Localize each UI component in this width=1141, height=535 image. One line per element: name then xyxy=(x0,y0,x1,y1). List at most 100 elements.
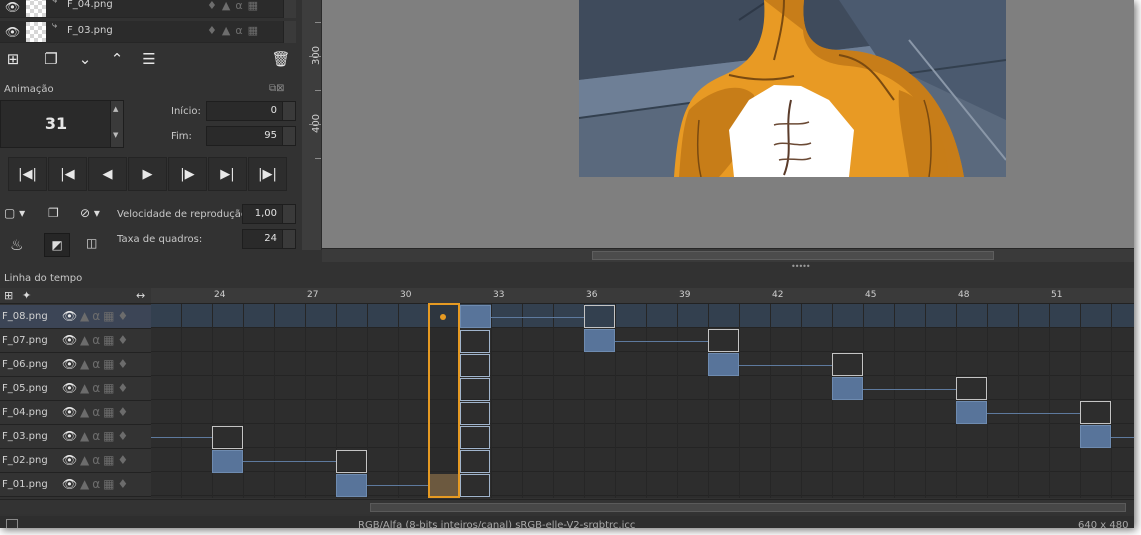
timeline-row-header[interactable]: F_02.png 👁 ▲α▦♦ xyxy=(0,449,151,473)
timeline-row-header[interactable]: F_03.png 👁 ▲α▦♦ xyxy=(0,425,151,449)
layer-row-f03[interactable]: 👁 ⤷ F_03.png ♦▲α▦ xyxy=(0,21,296,43)
play-icon[interactable]: ▶ xyxy=(128,157,167,191)
keyframe-outline[interactable] xyxy=(708,329,739,352)
duplicate-layer-icon[interactable]: ❐ xyxy=(40,48,62,70)
last-frame-icon[interactable]: |▶| xyxy=(248,157,287,191)
move-up-icon[interactable]: ⌃ xyxy=(106,48,128,70)
keyframe-outline[interactable] xyxy=(832,353,863,376)
status-icon[interactable] xyxy=(6,519,18,528)
keyframe-outline[interactable] xyxy=(212,426,243,449)
selected-cell[interactable] xyxy=(460,330,490,353)
keyframe-outline[interactable] xyxy=(1080,401,1111,424)
keyframe[interactable] xyxy=(1080,425,1111,448)
layer-properties-icon[interactable]: ☰ xyxy=(138,48,160,70)
onion-skin-icon[interactable]: ▢ ▾ xyxy=(4,206,25,220)
visibility-eye-icon[interactable]: 👁 xyxy=(62,381,77,395)
visibility-eye-icon[interactable]: 👁 xyxy=(62,309,77,323)
visibility-eye-icon[interactable]: 👁 xyxy=(62,477,77,491)
layer-flags-icon[interactable]: ▲α▦♦ xyxy=(80,429,131,443)
keyframe[interactable] xyxy=(956,401,987,424)
timeline-row-header[interactable]: F_08.png 👁 ▲α▦♦ xyxy=(0,305,151,329)
timeline-row-header[interactable]: F_01.png 👁 ▲α▦♦ xyxy=(0,473,151,497)
layer-flags-icon[interactable]: ▲α▦♦ xyxy=(80,357,131,371)
zoom-icon[interactable]: ↔ xyxy=(136,289,145,302)
next-keyframe-icon[interactable]: ▶| xyxy=(208,157,247,191)
audio-icon[interactable]: ◫ xyxy=(86,236,97,250)
fps-spin-buttons[interactable] xyxy=(282,230,295,248)
layer-flags-icon[interactable]: ▲α▦♦ xyxy=(80,333,131,347)
spin-down-icon[interactable]: ▼ xyxy=(113,131,118,139)
scrollbar-thumb[interactable] xyxy=(592,251,994,260)
auto-keyframe-icon[interactable]: ◩ xyxy=(44,233,70,257)
layer-scrollbar-down[interactable] xyxy=(283,21,296,43)
add-layer-icon[interactable]: ⊞ xyxy=(2,48,24,70)
timeline-frame-ruler[interactable]: 24 27 30 33 36 39 42 45 48 51 xyxy=(151,288,1134,304)
timeline-horizontal-scrollbar[interactable] xyxy=(0,499,1134,514)
selected-cell[interactable] xyxy=(460,450,490,473)
previous-keyframe-icon[interactable]: |◀ xyxy=(48,157,87,191)
layer-flags-icon[interactable]: ▲α▦♦ xyxy=(80,477,131,491)
drop-frames-icon[interactable]: ❐ xyxy=(48,206,59,220)
keyframe[interactable] xyxy=(336,474,367,497)
visibility-eye-icon[interactable]: 👁 xyxy=(62,429,77,443)
keyframe[interactable] xyxy=(708,353,739,376)
start-spin-buttons[interactable] xyxy=(282,102,295,120)
current-frame-spinbox[interactable]: 31 ▲ ▼ xyxy=(0,100,124,148)
previous-frame-icon[interactable]: ◀ xyxy=(88,157,127,191)
frame-spin-buttons[interactable]: ▲ ▼ xyxy=(110,101,123,147)
timeline-row-header[interactable]: F_04.png 👁 ▲α▦♦ xyxy=(0,401,151,425)
timeline-row-header[interactable]: F_06.png 👁 ▲α▦♦ xyxy=(0,353,151,377)
panel-splitter[interactable]: ••••• xyxy=(0,262,1134,271)
docker-float-close-icon[interactable]: ⧉⊠ xyxy=(269,83,285,94)
selected-cell[interactable] xyxy=(460,378,490,401)
keyframe[interactable] xyxy=(212,450,243,473)
keyframe[interactable] xyxy=(584,329,615,352)
selected-cell[interactable] xyxy=(460,426,490,449)
layer-flags-icon[interactable]: ▲α▦♦ xyxy=(80,381,131,395)
layer-flags-icon[interactable]: ▲α▦♦ xyxy=(80,309,131,323)
visibility-eye-icon[interactable]: 👁 xyxy=(62,333,77,347)
keyframe-outline[interactable] xyxy=(956,377,987,400)
visibility-eye-icon[interactable]: 👁 xyxy=(62,357,77,371)
delete-layer-icon[interactable]: 🗑 xyxy=(270,48,292,70)
move-down-icon[interactable]: ⌄ xyxy=(74,48,96,70)
selected-cell[interactable] xyxy=(460,474,490,497)
selected-cell[interactable] xyxy=(460,402,490,425)
start-spinbox[interactable]: 0 xyxy=(206,101,296,121)
layer-flags-icon[interactable]: ▲α▦♦ xyxy=(80,405,131,419)
first-frame-icon[interactable]: |◀| xyxy=(8,157,47,191)
spin-up-icon[interactable]: ▲ xyxy=(113,105,118,113)
timeline-row-header[interactable]: F_07.png 👁 ▲α▦♦ xyxy=(0,329,151,353)
layer-flags-icon[interactable]: ♦▲α▦ xyxy=(207,0,263,12)
end-spinbox[interactable]: 95 xyxy=(206,126,296,146)
timeline-row-header[interactable]: F_05.png 👁 ▲α▦♦ xyxy=(0,377,151,401)
end-spin-buttons[interactable] xyxy=(282,127,295,145)
scrollbar-thumb[interactable] xyxy=(370,503,1126,512)
onion-skins-icon[interactable]: ♨ xyxy=(10,236,23,254)
canvas-horizontal-scrollbar[interactable] xyxy=(322,248,1134,262)
add-layer-icon[interactable]: ⊞ xyxy=(4,289,13,302)
playback-speed-spinbox[interactable]: 1,00 xyxy=(242,204,296,224)
keyframe-outline[interactable] xyxy=(584,305,615,328)
layer-scrollbar[interactable] xyxy=(283,0,296,18)
splitter-grip-icon[interactable]: ••••• xyxy=(791,262,811,271)
next-frame-icon[interactable]: |▶ xyxy=(168,157,207,191)
layer-menu-icon[interactable]: ✦ xyxy=(22,289,31,302)
layer-flags-icon[interactable]: ♦▲α▦ xyxy=(207,24,263,37)
current-frame-cursor[interactable] xyxy=(428,303,460,498)
frame-rate-spinbox[interactable]: 24 xyxy=(242,229,296,249)
speed-spin-buttons[interactable] xyxy=(282,205,295,223)
visibility-eye-icon[interactable]: 👁 xyxy=(62,405,77,419)
visibility-eye-icon[interactable]: 👁 xyxy=(62,453,77,467)
keyframe-outline[interactable] xyxy=(336,450,367,473)
keyframe[interactable] xyxy=(832,377,863,400)
layer-row-f04[interactable]: 👁 ⤷ F_04.png ♦▲α▦ xyxy=(0,0,296,18)
visibility-eye-icon[interactable]: 👁 xyxy=(5,0,20,14)
selected-cell[interactable] xyxy=(460,354,490,377)
visibility-eye-icon[interactable]: 👁 xyxy=(5,25,20,39)
layer-flags-icon[interactable]: ▲α▦♦ xyxy=(80,453,131,467)
canvas-artwork[interactable] xyxy=(579,0,1006,177)
mute-audio-icon[interactable]: ⊘ ▾ xyxy=(80,206,100,220)
keyframe[interactable] xyxy=(460,305,491,328)
color-profile-status: RGB/Alfa (8-bits inteiros/canal) sRGB-el… xyxy=(358,520,636,528)
